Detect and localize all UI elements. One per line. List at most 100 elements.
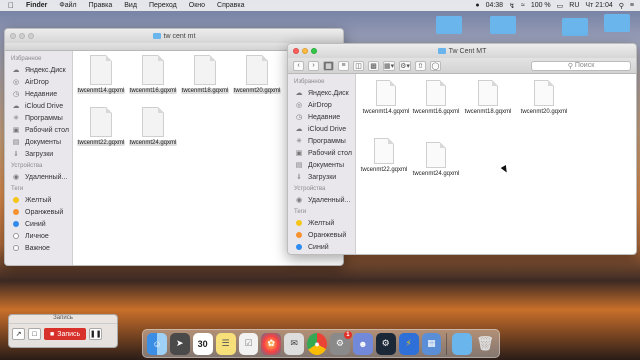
sidebar-item-label: Важное xyxy=(25,244,50,252)
sidebar-item-documents[interactable]: ▤ Документы xyxy=(5,136,72,148)
file-item[interactable]: twcenmt22.gqxml xyxy=(73,107,129,146)
file-area[interactable]: twcenmt14.gqxml twcenmt16.gqxml twcenmt1… xyxy=(356,74,636,254)
search-icon[interactable]: ⚲ xyxy=(619,2,624,10)
file-item[interactable]: twcenmt24.gqxml xyxy=(125,107,181,146)
menu-go[interactable]: Переход xyxy=(143,2,183,9)
cloud-icon: ☁ xyxy=(12,67,20,74)
recording-timer[interactable]: 04:38 xyxy=(486,2,504,9)
menu-help[interactable]: Справка xyxy=(211,2,250,9)
screen-recorder-panel[interactable]: Запись ↗ □ ■ Запись ❚❚ xyxy=(8,314,118,348)
document-icon xyxy=(374,138,394,164)
file-item[interactable]: twcenmt16.gqxml xyxy=(125,55,181,94)
mail-icon[interactable]: ✉ xyxy=(284,332,305,355)
file-item[interactable]: twcenmt20.gqxml xyxy=(229,55,285,94)
sidebar-tag-orange[interactable]: Оранжевый xyxy=(288,229,355,241)
gallery-view-button[interactable]: ▩ xyxy=(368,60,379,71)
sidebar-item-applications[interactable]: ✳ Программы xyxy=(5,112,72,124)
window-select-icon[interactable]: □ xyxy=(28,328,41,340)
sidebar-item-downloads[interactable]: ⇓ Загрузки xyxy=(5,148,72,160)
preview-icon[interactable]: ▦ xyxy=(421,332,442,355)
back-button[interactable]: ‹ xyxy=(293,60,304,71)
photos-icon[interactable]: ✿ xyxy=(261,332,282,355)
sidebar-item-airdrop[interactable]: ◎ AirDrop xyxy=(288,99,355,111)
folder-stack-icon[interactable] xyxy=(452,332,473,355)
search-input[interactable]: ⚲ Поиск xyxy=(531,60,631,71)
arrange-button[interactable]: ▦▾ xyxy=(383,60,396,71)
sidebar-item-yandex-disk[interactable]: ☁ Яндекс.Диск xyxy=(288,87,355,99)
system-preferences-icon[interactable]: ⚙ 1 xyxy=(330,330,352,355)
action-gear-button[interactable]: ⚙▾ xyxy=(399,60,411,71)
menu-edit[interactable]: Правка xyxy=(83,2,119,9)
column-view-button[interactable]: ◫ xyxy=(353,60,364,71)
file-item[interactable]: twcenmt14.gqxml xyxy=(358,80,414,115)
chrome-icon[interactable]: ● xyxy=(307,332,327,355)
sidebar-tag-yellow[interactable]: Желтый xyxy=(5,194,72,206)
select-area-icon[interactable]: ↗ xyxy=(12,328,25,340)
apple-menu-icon[interactable]:  xyxy=(0,1,20,10)
list-icon[interactable]: ≡ xyxy=(630,2,634,9)
file-item[interactable]: twcenmt14.gqxml xyxy=(73,55,129,94)
desktop-folder[interactable] xyxy=(604,14,630,32)
tags-button[interactable]: ◯ xyxy=(429,60,441,71)
discord-icon[interactable]: ☻ xyxy=(352,332,373,355)
menu-app-finder[interactable]: Finder xyxy=(20,2,53,9)
sidebar-tag-yellow[interactable]: Желтый xyxy=(288,217,355,229)
sidebar-item-yandex-disk[interactable]: ☁ Яндекс.Диск xyxy=(5,64,72,76)
launchpad-icon[interactable]: ➤ xyxy=(169,332,190,355)
sidebar: Избранное ☁ Яндекс.Диск ◎ AirDrop ◷ Недавни… xyxy=(288,74,356,254)
menu-file[interactable]: Файл xyxy=(53,2,82,9)
sidebar-item-desktop[interactable]: ▣ Рабочий стол xyxy=(288,147,355,159)
reminders-icon[interactable]: ☑ xyxy=(238,332,259,355)
battery-percent[interactable]: 100 % xyxy=(531,2,551,9)
sidebar-item-documents[interactable]: ▤ Документы xyxy=(288,159,355,171)
desktop-folder[interactable] xyxy=(436,16,462,34)
menu-window[interactable]: Окно xyxy=(183,2,211,9)
sidebar-tag-personal[interactable]: Личное xyxy=(5,230,72,242)
input-language[interactable]: RU xyxy=(569,2,579,9)
sidebar-item-applications[interactable]: ✳ Программы xyxy=(288,135,355,147)
sidebar-item-remote-disc[interactable]: ◉ Удаленный... xyxy=(5,171,72,183)
sidebar-item-recents[interactable]: ◷ Недавние xyxy=(5,88,72,100)
list-view-button[interactable]: ≡ xyxy=(338,60,349,71)
bluetooth-icon[interactable]: ↯ xyxy=(509,2,515,10)
pause-icon[interactable]: ❚❚ xyxy=(89,328,103,340)
sidebar-item-desktop[interactable]: ▣ Рабочий стол xyxy=(5,124,72,136)
sidebar-item-recents[interactable]: ◷ Недавние xyxy=(288,111,355,123)
sidebar-item-airdrop[interactable]: ◎ AirDrop xyxy=(5,76,72,88)
desktop-folder[interactable] xyxy=(490,16,516,34)
sidebar-tag-orange[interactable]: Оранжевый xyxy=(5,206,72,218)
file-item[interactable]: twcenmt22.gqxml xyxy=(356,138,412,173)
window-title-text: tw cent mt xyxy=(163,32,196,40)
forward-button[interactable]: › xyxy=(308,60,319,71)
sidebar-item-icloud[interactable]: ☁ iCloud Drive xyxy=(288,123,355,135)
clock[interactable]: Чт 21:04 xyxy=(585,2,612,9)
file-item[interactable]: twcenmt16.gqxml xyxy=(408,80,464,115)
file-item[interactable]: twcenmt18.gqxml xyxy=(460,80,516,115)
sidebar-item-remote-disc[interactable]: ◉ Удаленный... xyxy=(288,194,355,206)
file-item[interactable]: twcenmt20.gqxml xyxy=(516,80,572,115)
notes-icon[interactable]: ☰ xyxy=(215,332,236,355)
sidebar-item-downloads[interactable]: ⇓ Загрузки xyxy=(288,171,355,183)
finder-window-active[interactable]: Tw Cent MT ‹ › ▦ ≡ ◫ ▩ ▦▾ ⚙▾ ⇧ ◯ ⚲ Поиск… xyxy=(287,43,637,255)
calendar-icon[interactable]: 30 xyxy=(192,332,213,355)
wifi-icon[interactable]: ≈ xyxy=(521,2,525,9)
steam-icon[interactable]: ⚙ xyxy=(375,332,396,355)
sidebar-item-icloud[interactable]: ☁ iCloud Drive xyxy=(5,100,72,112)
finder-icon[interactable]: ☺ xyxy=(147,332,167,355)
titlebar[interactable]: tw cent mt xyxy=(5,29,343,43)
sidebar-tag-blue[interactable]: Синий xyxy=(5,218,72,230)
desktop-folder[interactable] xyxy=(562,18,588,36)
trash-icon[interactable]: 🗑 xyxy=(475,333,495,355)
file-item[interactable]: twcenmt18.gqxml xyxy=(177,55,233,94)
lightning-app-icon[interactable]: ⚡ xyxy=(398,332,419,355)
record-button[interactable]: ■ Запись xyxy=(44,328,87,340)
sidebar-tag-blue[interactable]: Синий xyxy=(288,241,355,253)
file-item[interactable]: twcenmt24.gqxml xyxy=(408,142,464,177)
menu-view[interactable]: Вид xyxy=(118,2,143,9)
battery-icon[interactable]: ▭ xyxy=(557,2,564,10)
icon-view-button[interactable]: ▦ xyxy=(323,60,334,71)
titlebar[interactable]: Tw Cent MT xyxy=(288,44,636,58)
share-button[interactable]: ⇧ xyxy=(414,60,426,71)
record-status-icon[interactable]: ● xyxy=(475,2,479,9)
sidebar-tag-important[interactable]: Важное xyxy=(5,242,72,254)
